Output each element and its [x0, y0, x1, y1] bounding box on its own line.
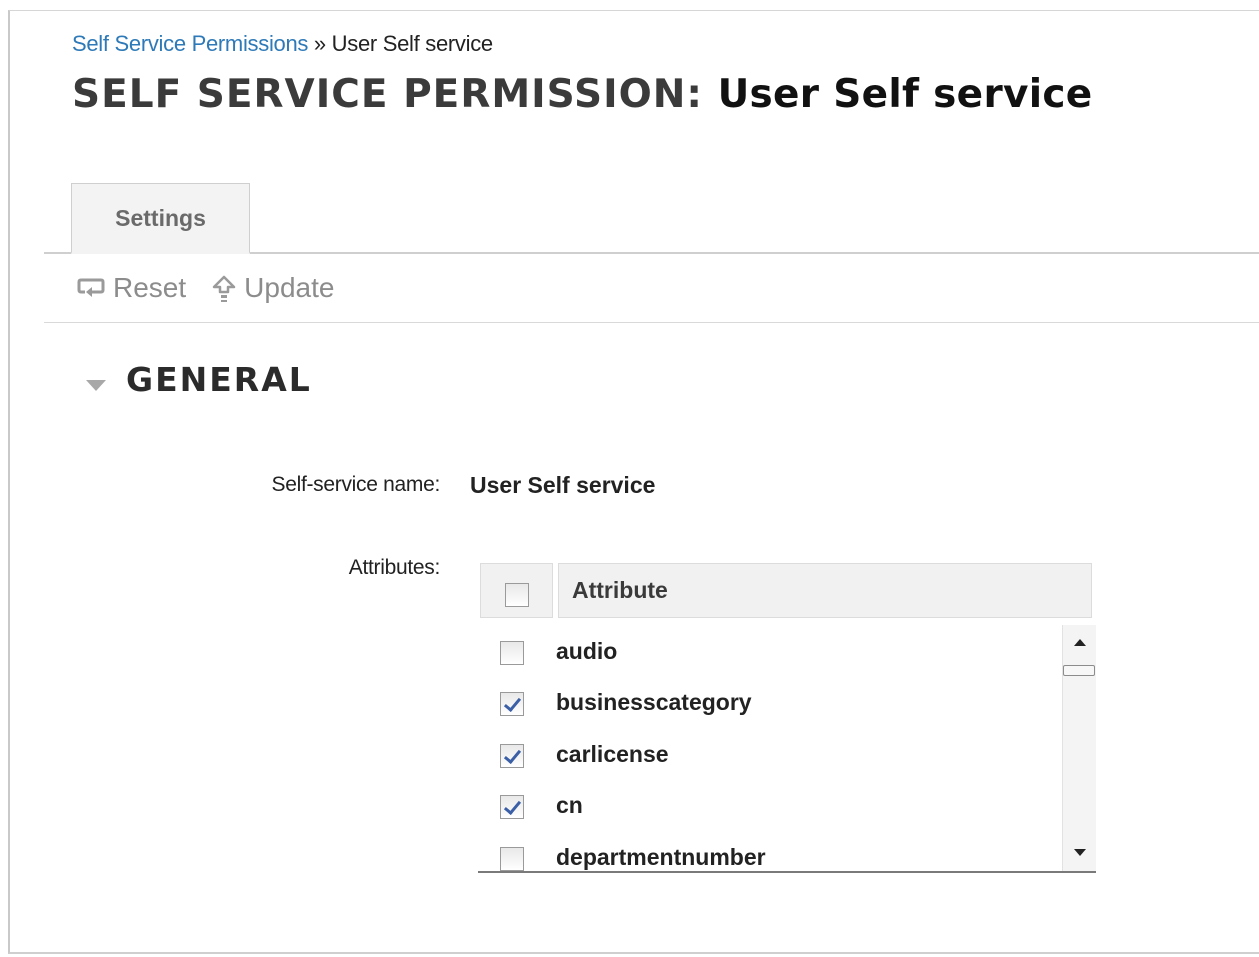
scroll-down-arrow-icon[interactable]: [1074, 849, 1086, 856]
breadcrumb-link-self-service-permissions[interactable]: Self Service Permissions: [72, 31, 308, 56]
list-item: cn: [478, 781, 1058, 832]
attribute-name: businesscategory: [556, 689, 752, 715]
self-service-name-label: Self-service name:: [271, 473, 441, 496]
attribute-name: cn: [556, 792, 583, 818]
attribute-name: carlicense: [556, 741, 669, 767]
section-header-general: GENERAL: [86, 360, 312, 399]
update-button[interactable]: Update: [210, 272, 334, 304]
update-label: Update: [244, 272, 335, 303]
section-title: GENERAL: [126, 360, 312, 399]
list-item: businesscategory: [478, 678, 1058, 729]
update-arrow-icon: [212, 275, 236, 302]
list-item: departmentnumber: [478, 833, 1058, 871]
attribute-checkbox[interactable]: [500, 692, 524, 716]
reset-button[interactable]: Reset: [75, 272, 186, 304]
attribute-checkbox[interactable]: [500, 744, 524, 768]
list-item: audio: [478, 627, 1058, 678]
scroll-up-arrow-icon[interactable]: [1074, 639, 1086, 646]
self-service-name-value: User Self service: [470, 472, 656, 498]
attribute-checkbox[interactable]: [500, 847, 524, 871]
scroll-thumb[interactable]: [1063, 665, 1095, 676]
attribute-column-header[interactable]: Attribute: [558, 563, 1092, 618]
page-title-prefix: SELF SERVICE PERMISSION:: [72, 72, 703, 117]
attributes-scrollbar[interactable]: [1062, 625, 1096, 871]
attribute-name: departmentnumber: [556, 844, 766, 870]
attributes-list[interactable]: audio businesscategory carlicense cn dep…: [478, 625, 1096, 873]
reset-label: Reset: [113, 272, 187, 303]
tab-settings-label: Settings: [115, 204, 206, 231]
page-title-entity: User Self service: [717, 72, 1093, 117]
breadcrumb: Self Service Permissions » User Self ser…: [72, 31, 493, 57]
attribute-column-header-label: Attribute: [572, 577, 668, 603]
collapse-triangle-icon[interactable]: [86, 380, 106, 391]
tab-settings[interactable]: Settings: [71, 183, 250, 254]
breadcrumb-separator: »: [313, 31, 326, 56]
select-all-cell: [480, 563, 553, 618]
attributes-table-header: Attribute: [478, 563, 1094, 618]
attribute-name: audio: [556, 638, 618, 664]
toolbar: Reset Update: [75, 268, 358, 308]
attributes-label: Attributes:: [348, 556, 441, 579]
attribute-checkbox[interactable]: [500, 795, 524, 819]
attribute-checkbox[interactable]: [500, 641, 524, 665]
breadcrumb-current: User Self service: [331, 31, 493, 56]
list-item: carlicense: [478, 730, 1058, 781]
reset-icon: [77, 278, 105, 297]
select-all-checkbox[interactable]: [505, 583, 529, 607]
toolbar-divider: [44, 322, 1259, 323]
page-title: SELF SERVICE PERMISSION: User Self servi…: [72, 72, 1093, 117]
